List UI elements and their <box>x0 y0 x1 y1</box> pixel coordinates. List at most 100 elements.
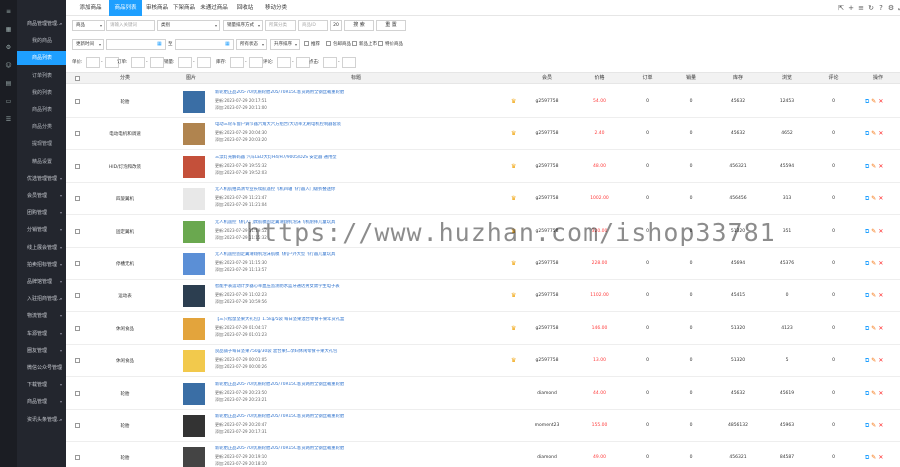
copy-icon[interactable]: ⧉ <box>865 357 869 364</box>
row-checkbox[interactable] <box>75 455 80 461</box>
help-icon[interactable]: ? <box>877 4 885 12</box>
product-title-link[interactable]: 无人机遥控飞机入门款航模固定翼滑翔机泡沫飞机耐摔儿童玩具 <box>215 220 545 226</box>
select-all-checkbox[interactable] <box>75 76 80 81</box>
range-min-input[interactable] <box>178 57 192 68</box>
sidebar-item[interactable]: 商品列表 <box>17 51 66 66</box>
sidebar-item[interactable]: 圈友管理 ▾ <box>17 344 66 358</box>
product-thumbnail[interactable] <box>183 253 205 275</box>
column-header[interactable]: 库存 <box>713 73 763 85</box>
sidebar-item[interactable]: 商品管理 ▾ <box>17 395 66 409</box>
checkbox-box[interactable] <box>378 41 383 46</box>
delete-icon[interactable]: ✕ <box>878 390 883 397</box>
tab-item[interactable]: 移动分类 <box>261 0 291 16</box>
edit-icon[interactable]: ✎ <box>871 325 876 332</box>
sidebar-item[interactable]: 分销管理 ▾ <box>17 223 66 237</box>
product-title-link[interactable]: 【三只松鼠坚果大礼包】1.5kg/5袋 每日坚果混合零食干果年货礼盒 <box>215 317 545 323</box>
column-header[interactable]: 会员 <box>521 73 573 85</box>
type-select[interactable]: 类别 ▾ <box>157 20 220 31</box>
search-button[interactable]: 搜 索 <box>344 20 374 31</box>
edit-icon[interactable]: ✎ <box>871 292 876 299</box>
checkbox-free-shipping[interactable]: 包邮商品 <box>326 39 351 50</box>
delete-icon[interactable]: ✕ <box>878 228 883 235</box>
category-input[interactable]: 所属分类 <box>265 20 296 31</box>
product-thumbnail[interactable] <box>183 91 205 113</box>
column-header[interactable] <box>166 73 176 85</box>
sidebar-item[interactable]: 商品列表 <box>17 103 66 117</box>
sidebar-item[interactable]: 下载管理 ▾ <box>17 378 66 392</box>
grid-icon[interactable]: ▦ <box>5 26 12 33</box>
product-title-link[interactable]: 新轮胎正品205-70/优质轮胎205/70R15C客货两用全钢丝载重轮胎 <box>215 382 545 388</box>
delete-icon[interactable]: ✕ <box>878 130 883 137</box>
sidebar-item[interactable]: 资讯头条管理... ▾ <box>17 413 66 427</box>
row-checkbox[interactable] <box>75 228 80 234</box>
delete-icon[interactable]: ✕ <box>878 325 883 332</box>
edit-icon[interactable]: ✎ <box>871 260 876 267</box>
range-min-input[interactable] <box>86 57 100 68</box>
folder-icon[interactable]: ▭ <box>5 98 12 105</box>
copy-icon[interactable]: ⧉ <box>865 228 869 235</box>
keyword-input[interactable]: 请输入关键词 <box>106 20 155 31</box>
row-checkbox[interactable] <box>75 358 80 364</box>
add-icon[interactable]: + <box>847 4 855 12</box>
tab-item[interactable]: 审核商品 <box>144 0 170 16</box>
product-thumbnail[interactable] <box>183 415 205 437</box>
delete-icon[interactable]: ✕ <box>878 454 883 461</box>
range-min-input[interactable] <box>277 57 291 68</box>
range-max-input[interactable] <box>249 57 263 68</box>
product-title-link[interactable]: 智能手表运动计步器心率血压监测防水蓝牙通话男女款学生电子表 <box>215 284 545 290</box>
delete-icon[interactable]: ✕ <box>878 292 883 299</box>
product-thumbnail[interactable] <box>183 188 205 211</box>
row-checkbox[interactable] <box>75 423 80 428</box>
checkbox-recommend[interactable]: 推荐 <box>304 39 320 50</box>
column-header[interactable]: 浏览 <box>763 73 811 85</box>
edit-icon[interactable]: ✎ <box>871 228 876 235</box>
copy-icon[interactable]: ⧉ <box>865 325 869 332</box>
delete-icon[interactable]: ✕ <box>878 98 883 105</box>
start-date-input[interactable]: ▦ <box>106 39 166 50</box>
tab-item[interactable]: 下架商品 <box>171 0 197 16</box>
page-size-input[interactable]: 20 <box>330 20 342 31</box>
product-thumbnail[interactable] <box>183 447 205 467</box>
sidebar-item[interactable]: 商品分类 <box>17 120 66 134</box>
row-checkbox[interactable] <box>75 325 80 331</box>
range-min-input[interactable] <box>131 57 145 68</box>
range-min-input[interactable] <box>230 57 244 68</box>
sort-select[interactable]: 销量排序方式 ▾ <box>223 20 263 31</box>
tab-item[interactable]: 回收站 <box>231 0 259 16</box>
sidebar-item[interactable]: 优选管理管理 ▾ <box>17 172 66 186</box>
row-checkbox[interactable] <box>75 99 80 104</box>
range-max-input[interactable] <box>150 57 164 68</box>
sidebar-item[interactable]: 品牌馆管理 ▾ <box>17 275 66 289</box>
column-header[interactable] <box>506 73 521 85</box>
product-title-link[interactable]: 无人机遥控固定翼滑翔机泡沫航模飞机户外大型飞行器儿童玩具 <box>215 252 545 258</box>
chart-icon[interactable]: ▤ <box>5 80 12 87</box>
checkbox-box[interactable] <box>304 41 309 46</box>
menu-icon[interactable]: ≡ <box>5 8 12 15</box>
edit-icon[interactable]: ✎ <box>871 195 876 202</box>
range-max-input[interactable] <box>296 57 310 68</box>
edit-icon[interactable]: ✎ <box>871 454 876 461</box>
sidebar-item[interactable]: 车源管理 ▾ <box>17 327 66 341</box>
delete-icon[interactable]: ✕ <box>878 163 883 170</box>
checkbox-special[interactable]: 特价商品 <box>378 39 403 50</box>
copy-icon[interactable]: ⧉ <box>865 163 869 170</box>
sidebar-item[interactable]: 入驻招商管理... ▾ <box>17 292 66 306</box>
delete-icon[interactable]: ✕ <box>878 260 883 267</box>
gear-icon[interactable]: ⚙ <box>5 44 12 51</box>
row-checkbox[interactable] <box>75 131 80 137</box>
product-title-link[interactable]: 电动三轮车窗户调节器六角大六方组合/大功率无刷电机控制器套装 <box>215 122 545 128</box>
edit-icon[interactable]: ✎ <box>871 390 876 397</box>
product-thumbnail[interactable] <box>183 285 205 308</box>
column-header[interactable]: 标题 <box>206 73 506 85</box>
copy-icon[interactable]: ⧉ <box>865 195 869 202</box>
product-thumbnail[interactable] <box>183 382 205 405</box>
delete-icon[interactable]: ✕ <box>878 422 883 429</box>
product-title-link[interactable]: 无人机航拍高清专业长续航遥控飞机四轴飞行器入门级折叠迷你 <box>215 187 545 193</box>
checkbox-box[interactable] <box>326 41 331 46</box>
sidebar-item[interactable]: 提现管理 <box>17 137 66 151</box>
refresh-icon[interactable]: ↻ <box>867 4 875 12</box>
reset-button[interactable]: 重 置 <box>376 20 406 31</box>
range-min-input[interactable] <box>323 57 337 68</box>
column-header[interactable]: 销量 <box>669 73 713 85</box>
status-select[interactable]: 所有状态 ▾ <box>236 39 267 50</box>
